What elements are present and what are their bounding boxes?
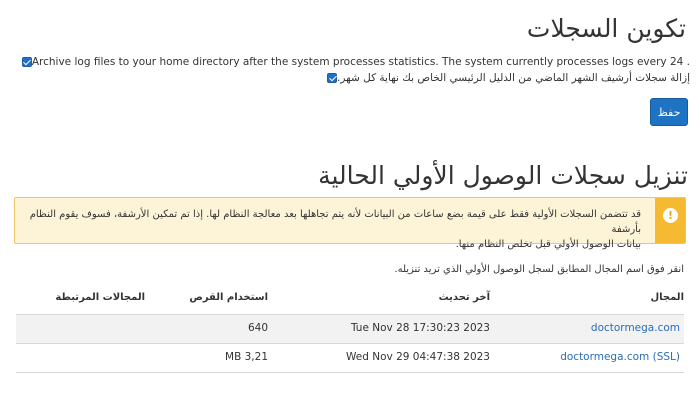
table-bottom-divider — [16, 372, 684, 373]
remove-option-row[interactable]: إزالة سجلات أرشيف الشهر الماضي من الدليل… — [323, 72, 690, 84]
download-hint: انقر فوق اسم المجال المطابق لسجل الوصول … — [394, 264, 684, 275]
remove-option-label: إزالة سجلات أرشيف الشهر الماضي من الدليل… — [337, 72, 690, 84]
last-update-cell: Wed Nov 29 04:47:38 2023 — [346, 351, 490, 363]
table-row: doctormega.com (SSL) Wed Nov 29 04:47:38… — [16, 344, 684, 372]
warning-alert: ! قد تتضمن السجلات الأولية فقط على قيمة … — [14, 197, 686, 250]
raw-access-title: تنزيل سجلات الوصول الأولي الحالية — [318, 161, 688, 190]
disk-usage-cell: 640 — [247, 322, 268, 334]
warning-icon: ! — [663, 208, 678, 223]
domain-link[interactable]: doctormega.com (SSL) — [560, 351, 680, 363]
alert-bar: ! — [655, 198, 685, 243]
archive-option-row[interactable]: Archive log files to your home directory… — [18, 56, 690, 68]
log-config-title: تكوين السجلات — [526, 14, 686, 43]
table-row: doctormega.com Tue Nov 28 17:30:23 2023 … — [16, 315, 684, 343]
archive-option-label: Archive log files to your home directory… — [31, 56, 690, 68]
alert-line-1: قد تتضمن السجلات الأولية فقط على قيمة بض… — [29, 209, 641, 235]
col-related-domains: المجالات المرتبطة — [55, 292, 145, 303]
alert-line-2: بيانات الوصول الأولي قبل تخلص النظام منه… — [455, 239, 641, 250]
alert-text: قد تتضمن السجلات الأولية فقط على قيمة بض… — [25, 207, 641, 252]
domain-link[interactable]: doctormega.com — [591, 322, 680, 334]
disk-usage-cell: MB 3,21 — [225, 351, 268, 363]
last-update-cell: Tue Nov 28 17:30:23 2023 — [350, 322, 490, 334]
col-domain: المجال — [650, 292, 684, 303]
col-last-update: آخر تحديث — [438, 292, 490, 303]
remove-checkbox[interactable] — [327, 73, 338, 83]
archive-checkbox[interactable] — [21, 57, 32, 67]
save-button[interactable]: حفظ — [650, 98, 688, 126]
col-disk-usage: استخدام القرص — [189, 292, 268, 303]
